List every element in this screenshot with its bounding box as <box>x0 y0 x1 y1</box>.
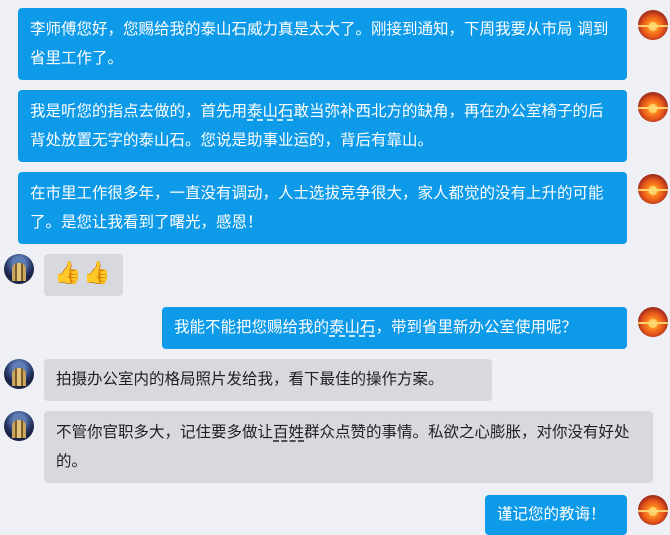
message-bubble-outgoing[interactable]: 我是听您的指点去做的，首先用泰山石敢当弥补西北方的缺角，再在办公室椅子的后背处放… <box>18 90 627 162</box>
other-avatar[interactable] <box>4 411 34 441</box>
self-avatar[interactable] <box>638 495 668 525</box>
message-bubble-incoming[interactable]: 拍摄办公室内的格局照片发给我，看下最佳的操作方案。 <box>44 359 492 401</box>
message-bubble-outgoing[interactable]: 谨记您的教诲！ <box>485 495 627 535</box>
self-avatar[interactable] <box>638 307 668 337</box>
message-text: ，带到省里新办公室使用呢？ <box>375 318 578 336</box>
self-avatar[interactable] <box>638 92 668 122</box>
message-link-text[interactable]: 泰山石 <box>247 102 294 120</box>
thumbs-up-icon: 👍👍 <box>54 261 113 286</box>
self-avatar[interactable] <box>638 10 668 40</box>
message-bubble-incoming[interactable]: 不管你官职多大，记住要多做让百姓群众点赞的事情。私欲之心膨胀，对你没有好处的。 <box>44 411 653 483</box>
message-link-text[interactable]: 百姓 <box>273 423 304 441</box>
other-avatar[interactable] <box>4 254 34 284</box>
chat-window: 李师傅您好，您赐给我的泰山石威力真是太大了。刚接到通知，下周我要从市局 调到省里… <box>0 0 670 535</box>
message-text: 不管你官职多大，记住要多做让 <box>56 423 274 441</box>
message-text: 我是听您的指点去做的，首先用 <box>30 102 248 120</box>
message-text: 我能不能把您赐给我的 <box>174 318 330 336</box>
message-bubble-outgoing[interactable]: 我能不能把您赐给我的泰山石，带到省里新办公室使用呢？ <box>162 307 627 349</box>
message-text: 谨记您的教诲！ <box>497 505 606 523</box>
message-text: 拍摄办公室内的格局照片发给我，看下最佳的操作方案。 <box>56 370 444 388</box>
message-bubble-outgoing[interactable]: 李师傅您好，您赐给我的泰山石威力真是太大了。刚接到通知，下周我要从市局 调到省里… <box>18 8 627 80</box>
message-text: 李师傅您好，您赐给我的泰山石威力真是太大了。刚接到通知，下周我要从市局 调到省里… <box>30 20 609 67</box>
message-bubble-outgoing[interactable]: 在市里工作很多年，一直没有调动，人士选拔竞争很大，家人都觉的没有上升的可能了。是… <box>18 172 627 244</box>
message-text: 在市里工作很多年，一直没有调动，人士选拔竞争很大，家人都觉的没有上升的可能了。是… <box>30 184 604 231</box>
message-link-text[interactable]: 泰山石 <box>329 318 376 336</box>
self-avatar[interactable] <box>638 174 668 204</box>
message-bubble-incoming[interactable]: 👍👍 <box>44 254 123 296</box>
other-avatar[interactable] <box>4 359 34 389</box>
